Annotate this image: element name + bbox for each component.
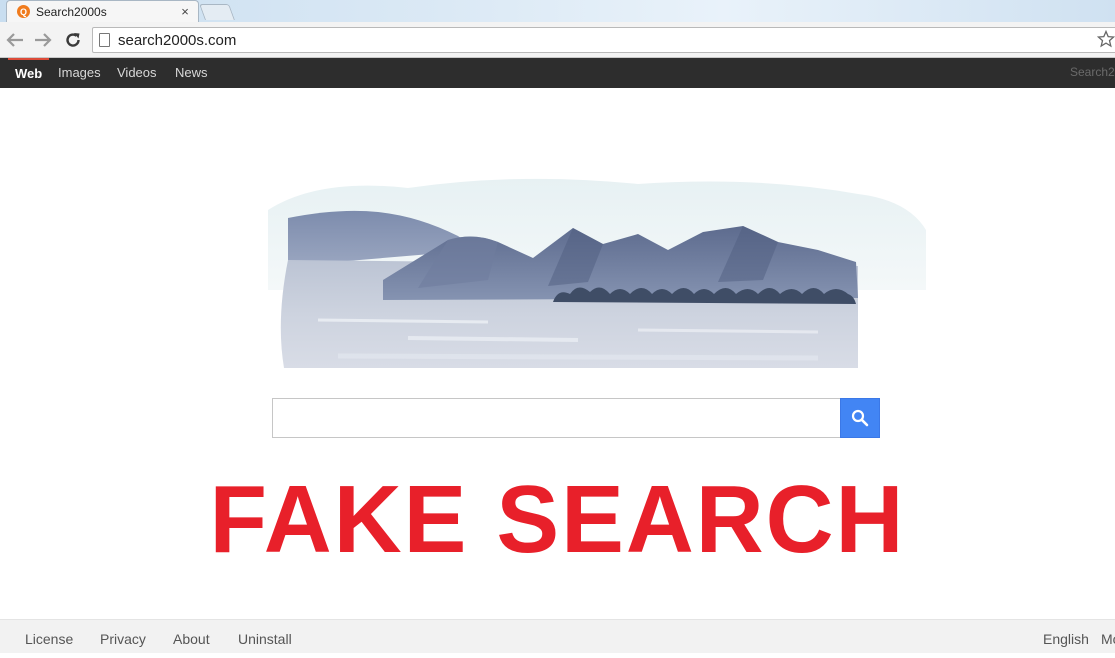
browser-tab-strip: Q Search2000s × (0, 0, 1115, 22)
page-icon (99, 33, 110, 47)
footer-link-privacy[interactable]: Privacy (100, 620, 146, 654)
footer: License Privacy About Uninstall English … (0, 619, 1115, 653)
address-bar[interactable]: search2000s.com (92, 27, 1115, 53)
browser-toolbar: search2000s.com (0, 22, 1115, 58)
fake-search-overlay-text: FAKE SEARCH (209, 466, 906, 573)
footer-more-link[interactable]: Mo (1101, 620, 1115, 654)
bookmark-star-icon[interactable] (1096, 29, 1115, 53)
reload-icon (66, 33, 80, 47)
address-url: search2000s.com (118, 31, 237, 49)
search-button[interactable] (840, 398, 880, 438)
tab-title: Search2000s (36, 4, 107, 19)
browser-tab[interactable]: Q Search2000s × (6, 0, 199, 22)
search2000s-favicon-icon: Q (17, 5, 30, 18)
nav-videos[interactable]: Videos (117, 58, 157, 88)
landscape-logo-image (268, 178, 926, 368)
forward-button[interactable] (31, 28, 55, 52)
magnifier-icon (851, 409, 869, 427)
site-brand: Search2 (1070, 65, 1115, 79)
footer-link-license[interactable]: License (25, 620, 73, 654)
site-nav-bar: Web Images Videos News Search2 (0, 58, 1115, 88)
arrow-left-icon (6, 33, 23, 47)
tab-close-icon[interactable]: × (178, 4, 192, 19)
reload-button[interactable] (61, 28, 85, 52)
footer-link-about[interactable]: About (173, 620, 210, 654)
nav-images[interactable]: Images (58, 58, 101, 88)
nav-web[interactable]: Web (8, 58, 50, 88)
nav-news[interactable]: News (175, 58, 208, 88)
arrow-right-icon (35, 33, 52, 47)
footer-link-uninstall[interactable]: Uninstall (238, 620, 292, 654)
new-tab-button[interactable] (199, 4, 235, 20)
footer-language-link[interactable]: English (1043, 620, 1089, 654)
search-input[interactable] (272, 398, 840, 438)
back-button[interactable] (3, 28, 27, 52)
